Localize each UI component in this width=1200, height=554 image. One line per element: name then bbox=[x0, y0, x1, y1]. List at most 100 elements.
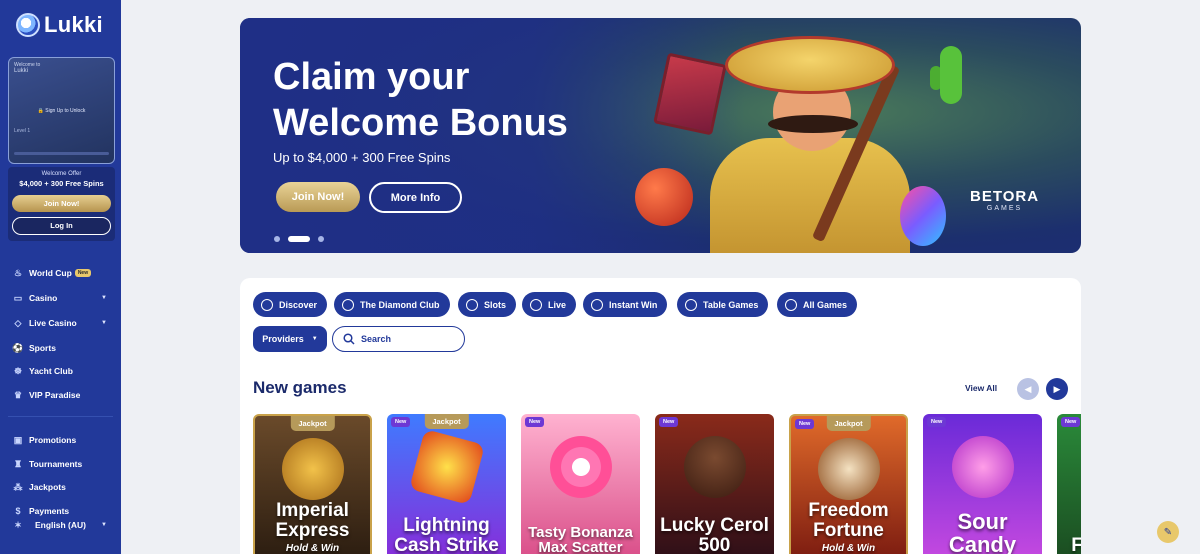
game-card[interactable]: New Jackpot Lightning Cash Strike bbox=[387, 414, 506, 554]
sidebar-item-world-cup[interactable]: ♨ World Cup New bbox=[0, 262, 121, 284]
new-badge: New bbox=[927, 417, 947, 427]
chip-live[interactable]: Live bbox=[522, 292, 577, 317]
sidebar-join-button[interactable]: Join Now! bbox=[12, 195, 111, 212]
carousel-dot-active[interactable] bbox=[288, 236, 310, 242]
live-icon bbox=[530, 298, 542, 311]
new-badge: New bbox=[795, 419, 815, 429]
language-label: English (AU) bbox=[35, 520, 86, 530]
new-badge: New bbox=[391, 417, 411, 427]
carousel-dot[interactable] bbox=[318, 236, 324, 242]
section-title: New games bbox=[253, 378, 347, 397]
provider-logo: BETORA GAMES bbox=[970, 188, 1039, 212]
flag-icon: ✶ bbox=[14, 519, 22, 530]
chevron-right-icon: ▶ bbox=[1053, 383, 1061, 394]
game-card-partial[interactable]: New F bbox=[1057, 414, 1081, 554]
hero-subtitle: Up to $4,000 + 300 Free Spins bbox=[273, 150, 451, 165]
chevron-down-icon: ▼ bbox=[101, 295, 107, 301]
providers-dropdown[interactable]: Providers ▼ bbox=[253, 326, 327, 352]
chip-label: Instant Win bbox=[609, 299, 658, 310]
hero-join-button[interactable]: Join Now! bbox=[276, 182, 360, 212]
game-tag: Hold & Win bbox=[821, 542, 876, 554]
sidebar-item-tournaments[interactable]: ♜ Tournaments bbox=[0, 453, 121, 475]
diamond-icon bbox=[342, 298, 354, 311]
gift-icon: ▣ bbox=[13, 434, 23, 445]
lock-text: Sign Up to Unlock bbox=[45, 108, 86, 114]
chevron-down-icon: ▼ bbox=[311, 336, 318, 342]
game-title: Freedom Fortune Hold & Win bbox=[791, 500, 906, 554]
game-title: F bbox=[1071, 535, 1081, 554]
view-all-link[interactable]: View All bbox=[965, 383, 997, 393]
chip-diamond-club[interactable]: The Diamond Club bbox=[334, 292, 450, 317]
brand-name: Lukki bbox=[44, 12, 103, 37]
game-card[interactable]: Jackpot Imperial Express Hold & Win bbox=[253, 414, 372, 554]
queen-card-art bbox=[653, 52, 727, 136]
search-input[interactable] bbox=[361, 334, 451, 344]
eagle-art bbox=[817, 438, 880, 500]
game-card[interactable]: New Jackpot Freedom Fortune Hold & Win bbox=[789, 414, 908, 554]
player-art bbox=[683, 436, 746, 498]
sidebar-item-sports[interactable]: ⚽ Sports bbox=[0, 337, 121, 359]
candy-art bbox=[549, 436, 612, 498]
welcome-offer: Welcome Offer $4,000 + 300 Free Spins Jo… bbox=[8, 167, 115, 241]
chip-label: The Diamond Club bbox=[360, 299, 440, 310]
new-badge: New bbox=[74, 269, 92, 277]
logo-icon bbox=[16, 13, 40, 37]
hero-more-info-button[interactable]: More Info bbox=[369, 182, 462, 213]
game-title: Lightning Cash Strike bbox=[394, 515, 499, 554]
hero-banner[interactable]: Claim your Welcome Bonus Up to $4,000 + … bbox=[240, 18, 1081, 253]
offer-title: Welcome Offer bbox=[41, 171, 82, 177]
game-card[interactable]: New Sour Candy bbox=[923, 414, 1042, 554]
coins-icon: ⁂ bbox=[13, 481, 23, 492]
sidebar-item-jackpots[interactable]: ⁂ Jackpots bbox=[0, 476, 121, 498]
provider-sub: GAMES bbox=[986, 205, 1023, 212]
hero-title-line2: Welcome Bonus bbox=[273, 102, 568, 144]
sidebar-item-label: Casino bbox=[29, 293, 58, 303]
next-arrow-button[interactable]: ▶ bbox=[1046, 378, 1068, 400]
carousel-dot[interactable] bbox=[274, 236, 280, 242]
sidebar-login-button[interactable]: Log In bbox=[12, 217, 111, 235]
game-title: Tasty Bonanza Max Scatter bbox=[528, 523, 633, 554]
language-selector[interactable]: ✶ English (AU) ▼ bbox=[0, 514, 121, 536]
chevron-down-icon: ▼ bbox=[101, 320, 107, 326]
chip-label: Live bbox=[548, 299, 567, 310]
chip-label: Discover bbox=[279, 299, 318, 310]
search-box[interactable] bbox=[332, 326, 465, 352]
chip-table-games[interactable]: Table Games bbox=[677, 292, 769, 317]
game-card[interactable]: New Tasty Bonanza Max Scatter bbox=[521, 414, 640, 554]
jackpot-badge: Jackpot bbox=[826, 416, 871, 431]
carousel-dots bbox=[274, 236, 324, 242]
chat-icon: ✎ bbox=[1163, 526, 1173, 538]
profile-card: Welcome to Lukki 🔒 Sign Up to Unlock Lev… bbox=[8, 57, 115, 164]
sidebar-item-vip-paradise[interactable]: ♛ VIP Paradise bbox=[0, 384, 121, 406]
game-card[interactable]: New Lucky Cerol 500 bbox=[655, 414, 774, 554]
logo[interactable]: Lukki bbox=[16, 12, 103, 38]
wheel-icon: ☸ bbox=[13, 365, 23, 376]
sidebar-item-label: Live Casino bbox=[29, 318, 77, 328]
chip-slots[interactable]: Slots bbox=[458, 292, 517, 317]
lightning-art bbox=[408, 429, 485, 505]
chip-all-games[interactable]: All Games bbox=[777, 292, 858, 317]
chip-discover[interactable]: Discover bbox=[253, 292, 328, 317]
rocket-icon bbox=[591, 298, 603, 311]
sidebar-item-yacht-club[interactable]: ☸ Yacht Club bbox=[0, 360, 121, 382]
chip-label: Table Games bbox=[703, 299, 759, 310]
jackpot-badge: Jackpot bbox=[424, 414, 469, 429]
sidebar-item-live-casino[interactable]: ◇ Live Casino ▼ bbox=[0, 312, 121, 334]
chip-instant-win[interactable]: Instant Win bbox=[583, 292, 668, 317]
sidebar-item-casino[interactable]: ▭ Casino ▼ bbox=[0, 287, 121, 309]
profile-username: Lukki bbox=[14, 68, 29, 74]
sidebar-item-promotions[interactable]: ▣ Promotions bbox=[0, 429, 121, 451]
sidebar-item-label: World Cup bbox=[29, 268, 72, 278]
slots-icon bbox=[466, 298, 478, 311]
flame-icon: ♨ bbox=[13, 267, 23, 278]
diamond-icon: ◇ bbox=[14, 317, 22, 328]
trophy-icon: ♜ bbox=[13, 458, 23, 469]
cards-icon: ▭ bbox=[13, 292, 23, 303]
chevron-left-icon: ◀ bbox=[1024, 383, 1032, 394]
prev-arrow-button[interactable]: ◀ bbox=[1017, 378, 1039, 400]
jackpot-badge: Jackpot bbox=[290, 416, 335, 431]
sidebar-item-label: Yacht Club bbox=[29, 366, 73, 376]
sidebar-item-label: Jackpots bbox=[29, 482, 66, 492]
chat-button[interactable]: ✎ bbox=[1157, 521, 1179, 543]
sombrero-art bbox=[725, 36, 895, 94]
